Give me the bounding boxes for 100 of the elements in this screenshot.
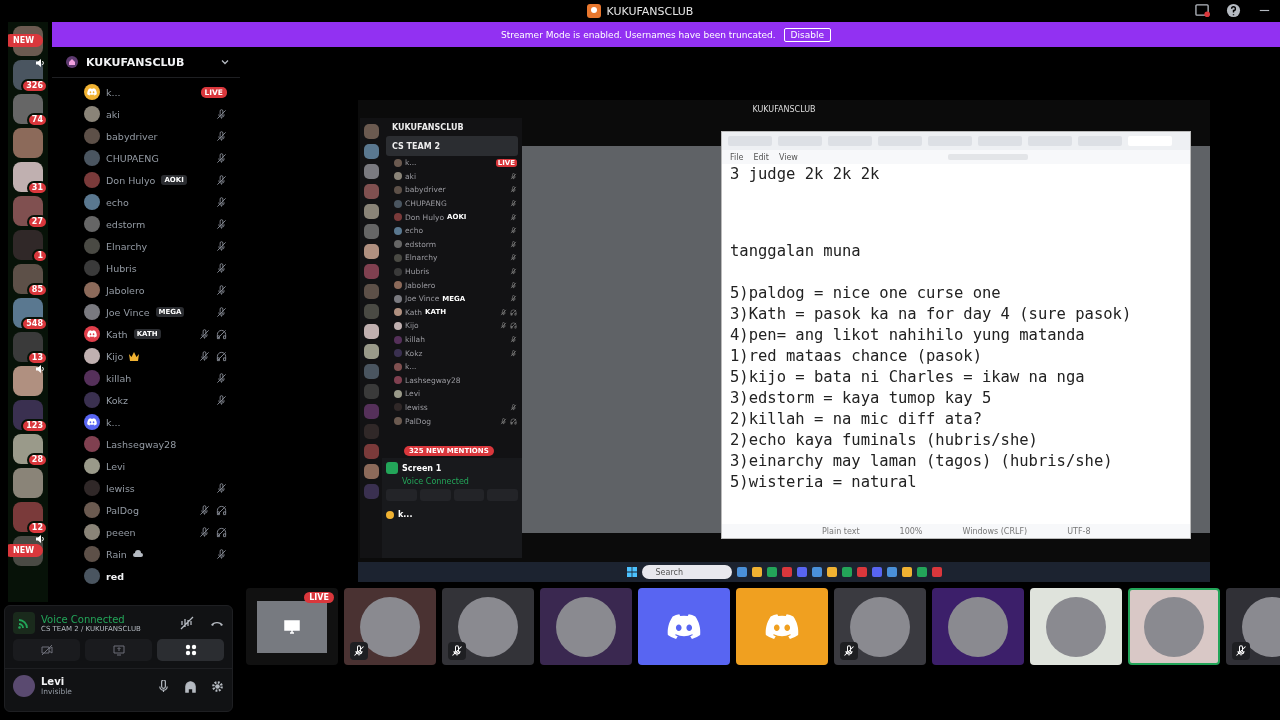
- user-avatar: [386, 510, 394, 519]
- taskbar-app-icon[interactable]: [931, 567, 942, 577]
- member-name[interactable]: k...: [106, 416, 121, 428]
- mention-count: 28: [26, 453, 48, 467]
- help-icon[interactable]: [1226, 3, 1241, 18]
- text-line: 2)killah = na mic diff ata?: [730, 409, 983, 430]
- status-text: UTF-8: [1067, 526, 1091, 536]
- taskbar-app-icon[interactable]: [736, 567, 747, 577]
- taskbar-app-icon[interactable]: [856, 567, 867, 577]
- text-line: 3)einarchy may laman (tagos) (hubris/she): [730, 451, 1114, 472]
- member-name[interactable]: Elnarchy: [106, 240, 148, 252]
- member-name[interactable]: Don Hulyo: [106, 174, 156, 186]
- screen-share-icon: [112, 644, 125, 656]
- member-name[interactable]: aki: [106, 108, 120, 120]
- participant-tile[interactable]: [540, 588, 632, 665]
- crown-icon: [129, 351, 140, 361]
- taskbar-app-icon[interactable]: [841, 567, 852, 577]
- menu-item[interactable]: View: [778, 152, 798, 162]
- avatar: [84, 502, 100, 518]
- avatar: [84, 150, 100, 166]
- menu-item[interactable]: File: [730, 152, 744, 162]
- server-icon[interactable]: [363, 344, 379, 359]
- taskbar-app-icon[interactable]: [751, 567, 762, 577]
- taskbar-app-icon[interactable]: [811, 567, 822, 577]
- headphones-icon[interactable]: [184, 679, 197, 693]
- user-avatar[interactable]: [13, 675, 35, 697]
- participant-tile[interactable]: [442, 588, 534, 665]
- text-line: 2)echo kaya fuminals (hubris/she): [730, 430, 1039, 451]
- settings-icon[interactable]: [211, 679, 224, 693]
- server-icon[interactable]: [13, 366, 43, 396]
- server-icon[interactable]: [363, 324, 379, 339]
- noise-suppression-icon[interactable]: [180, 616, 194, 630]
- activities-button[interactable]: [157, 639, 224, 661]
- member-name[interactable]: red: [106, 570, 124, 582]
- microphone-icon[interactable]: [157, 679, 170, 693]
- avatar: [84, 106, 100, 122]
- menu-item[interactable]: Edit: [753, 152, 769, 162]
- taskbar-app-icon[interactable]: [916, 567, 927, 577]
- text-line: 5)paldog = nice one curse one: [730, 283, 1002, 304]
- participant-tile[interactable]: [344, 588, 436, 665]
- text-line: 5)wisteria = natural: [730, 472, 918, 493]
- participant-tile[interactable]: [932, 588, 1024, 665]
- member-name[interactable]: babydriver: [106, 130, 158, 142]
- participant-tile[interactable]: [736, 588, 828, 665]
- user-name: k...: [398, 510, 413, 519]
- discord-logo-icon: [87, 330, 97, 338]
- member-name[interactable]: Joe Vince: [106, 306, 150, 318]
- member-name[interactable]: echo: [106, 196, 129, 208]
- inbox-icon[interactable]: [1195, 3, 1210, 18]
- disable-button[interactable]: Disable: [783, 27, 831, 42]
- avatar: [84, 524, 100, 540]
- taskbar-app-icon[interactable]: [766, 567, 777, 577]
- member-name[interactable]: Jabolero: [106, 284, 145, 296]
- text-line: 5)kijo = bata ni Charles = ikaw na nga: [730, 367, 1086, 388]
- voice-channel[interactable]: CS TEAM 2: [386, 136, 518, 156]
- participant-tile[interactable]: [1030, 588, 1122, 665]
- taskbar-app-icon[interactable]: [886, 567, 897, 577]
- text-line: 1)red mataas chance (pasok): [730, 346, 983, 367]
- taskbar-app-icon[interactable]: [901, 567, 912, 577]
- participant-tile[interactable]: [834, 588, 926, 665]
- member-name[interactable]: peeen: [106, 526, 136, 538]
- participant-tile[interactable]: LIVE: [246, 588, 338, 665]
- user-name: Levi: [41, 676, 66, 687]
- text-line: 3 judge 2k 2k 2k: [730, 164, 881, 185]
- member-name[interactable]: Hubris: [106, 262, 137, 274]
- discord-logo-icon: [87, 418, 97, 426]
- server-icon[interactable]: [363, 244, 379, 259]
- mention-count: 74: [26, 113, 48, 127]
- server-name[interactable]: KUKUFANSCLUB: [86, 55, 212, 69]
- chevron-down-icon[interactable]: [220, 57, 230, 67]
- mention-count: 31: [26, 181, 48, 195]
- live-badge: LIVE: [304, 592, 334, 603]
- server-name[interactable]: KUKUFANSCLUB: [392, 122, 464, 132]
- member-name[interactable]: Kokz: [106, 394, 129, 406]
- text-line: 3)Kath = pasok ka na for day 4 (sure pasok): [730, 304, 1133, 325]
- windows-start-icon[interactable]: [626, 567, 637, 577]
- search-field[interactable]: Search: [641, 565, 732, 579]
- participant-tile[interactable]: [1128, 588, 1220, 665]
- member-name[interactable]: edstorm: [106, 218, 146, 230]
- member-name[interactable]: killah: [106, 372, 132, 384]
- status-text: Plain text: [822, 526, 860, 536]
- member-name[interactable]: Rain: [106, 548, 127, 560]
- avatar: [84, 370, 100, 386]
- taskbar-app-icon[interactable]: [796, 567, 807, 577]
- taskbar-app-icon[interactable]: [781, 567, 792, 577]
- member-name[interactable]: Kijo: [106, 350, 124, 362]
- member-name[interactable]: Kath: [106, 328, 128, 340]
- avatar: [84, 546, 100, 562]
- mention-count: 1: [32, 249, 48, 263]
- taskbar-app-icon[interactable]: [871, 567, 882, 577]
- participant-tile[interactable]: [638, 588, 730, 665]
- new-badge: NEW: [8, 34, 43, 47]
- member-name[interactable]: CHUPAENG: [106, 152, 159, 164]
- taskbar-app-icon[interactable]: [826, 567, 837, 577]
- member-name[interactable]: Levi: [106, 460, 126, 472]
- member-name[interactable]: lewiss: [106, 482, 135, 494]
- member-name[interactable]: Lashsegway28: [106, 438, 177, 450]
- member-name[interactable]: PalDog: [106, 504, 139, 516]
- member-name[interactable]: k...: [106, 86, 121, 98]
- connection-signal-icon[interactable]: [13, 612, 35, 634]
